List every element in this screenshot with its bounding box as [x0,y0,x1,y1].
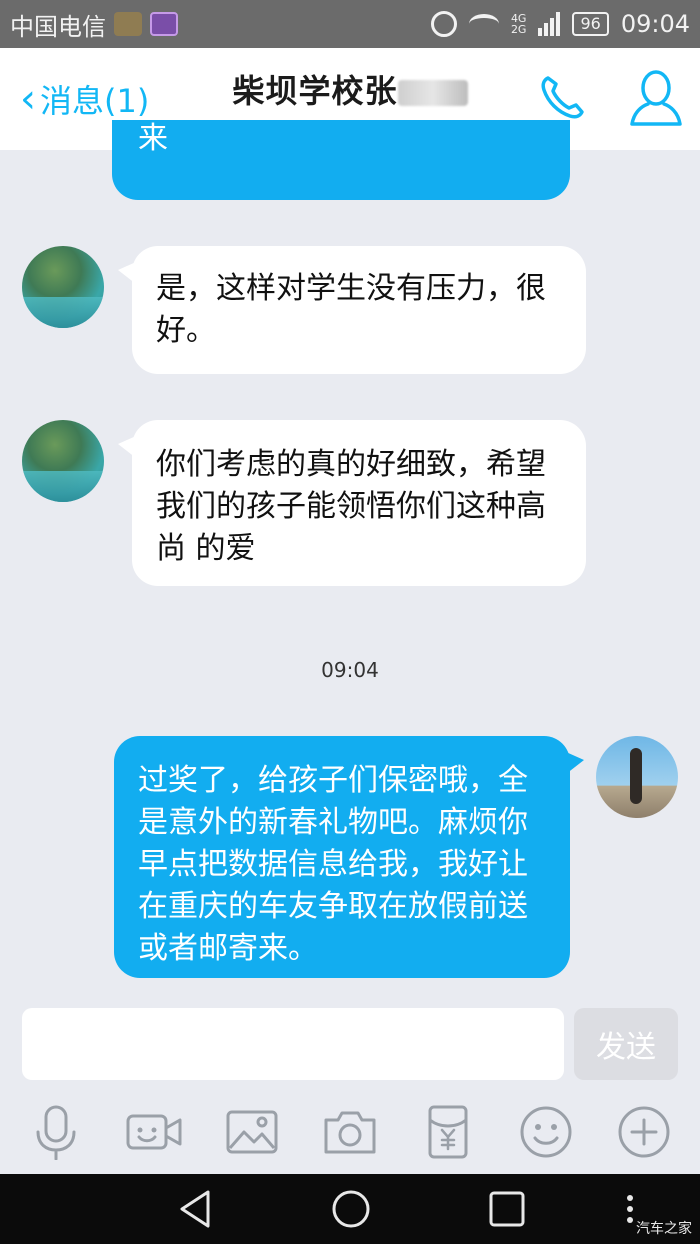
wifi-icon [468,14,499,34]
more-button[interactable] [616,1104,672,1160]
carrier-name: 中国电信 [10,12,106,41]
contact-name: 柴坝学校张 [200,66,500,112]
message-text: 是，这样对学生没有压力，很好。 [156,271,546,348]
profile-button[interactable] [628,68,684,128]
nav-home-button[interactable] [330,1188,372,1230]
signal-icon [538,12,561,36]
redacted-name [397,80,468,106]
camera-icon [324,1111,376,1154]
video-call-icon [126,1114,182,1150]
message-input-row: 发送 [0,1000,700,1092]
camera-button[interactable] [322,1104,378,1160]
send-button[interactable]: 发送 [574,1008,678,1080]
circle-home-icon [332,1190,370,1228]
back-button[interactable]: ‹ 消息(1) [20,76,149,122]
contact-avatar[interactable] [22,246,104,328]
triangle-back-icon [180,1190,210,1228]
message-bubble-received[interactable]: 你们考虑的真的好细致，希望我们的孩子能领悟你们这种高尚 的爱 [118,420,586,586]
timestamp: 09:04 [321,658,379,682]
network-type: 4G 2G [511,13,527,35]
nav-recents-button[interactable] [486,1188,528,1230]
microphone-icon [36,1105,76,1161]
status-bar: 中国电信 4G 2G 96 09:04 [0,0,700,48]
red-packet-button[interactable] [420,1104,476,1160]
input-toolbar [0,1092,700,1174]
status-time: 09:04 [620,10,690,38]
message-text: 你们考虑的真的好细致，希望我们的孩子能领悟你们这种高尚 的爱 [156,447,546,566]
message-bubble-received[interactable]: 是，这样对学生没有压力，很好。 [118,246,586,374]
call-button[interactable] [536,72,588,124]
emoji-button[interactable] [518,1104,574,1160]
gallery-notification-icon [150,12,178,36]
phone-icon [541,76,584,119]
contact-avatar[interactable] [22,420,104,502]
message-text: 过奖了，给孩子们保密哦，全是意外的新春礼物吧。麻烦你早点把数据信息给我，我好让在… [138,763,528,966]
nav-back-button[interactable] [176,1188,218,1230]
person-icon [630,70,682,126]
red-packet-icon [428,1105,468,1159]
image-icon [226,1110,278,1154]
image-button[interactable] [224,1104,280,1160]
battery-icon: 96 [572,12,609,36]
message-bubble-sent[interactable]: 过奖了，给孩子们保密哦，全是意外的新春礼物吧。麻烦你早点把数据信息给我，我好让在… [114,736,584,978]
plus-icon [618,1106,670,1158]
square-recents-icon [489,1191,525,1227]
my-avatar[interactable] [596,736,678,818]
system-nav-bar: 汽车之家 [0,1174,700,1244]
emoji-icon [520,1106,572,1158]
network-bottom-label: 2G [510,23,527,36]
back-label: 消息(1) [40,82,150,120]
chat-area[interactable]: 来 是，这样对学生没有压力，很好。 你们考虑的真的好细致，希望我们的孩子能领悟你… [0,120,700,1000]
health-app-icon [114,12,142,36]
message-text: 来 [138,121,168,156]
video-call-button[interactable] [126,1104,182,1160]
chevron-left-icon: ‹ [20,76,36,122]
contact-name-text: 柴坝学校张 [232,72,398,110]
voice-button[interactable] [28,1104,84,1161]
watermark: 汽车之家 [636,1221,692,1237]
alarm-icon [430,11,457,37]
message-bubble-sent[interactable]: 来 [112,120,570,200]
message-input[interactable] [22,1008,564,1080]
